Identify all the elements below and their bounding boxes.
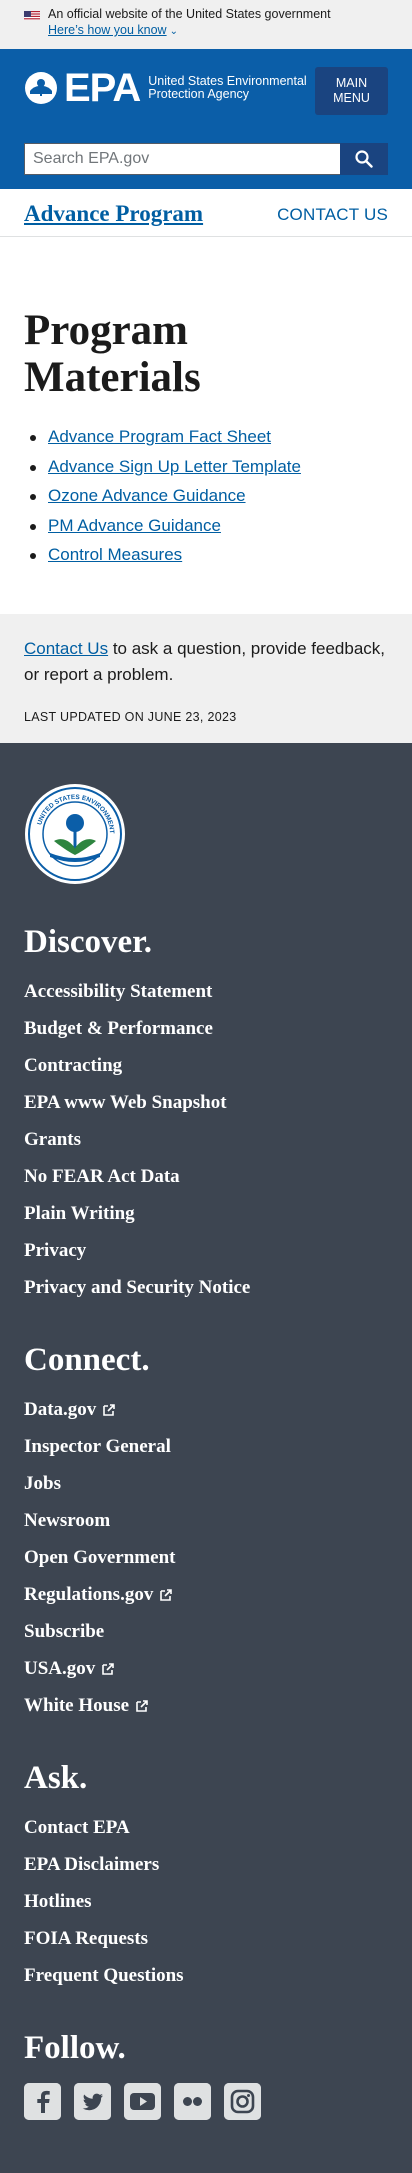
search-input[interactable] bbox=[24, 143, 340, 175]
list-item: Advance Program Fact Sheet bbox=[24, 427, 301, 457]
contact-us-inline-link[interactable]: Contact Us bbox=[24, 639, 108, 658]
hotlines-link[interactable]: Hotlines bbox=[24, 1891, 92, 1913]
main-menu-button[interactable]: MAIN MENU bbox=[315, 67, 388, 115]
main-menu-label-1: MAIN bbox=[335, 76, 368, 90]
last-updated: LAST UPDATED ON JUNE 23, 2023 bbox=[24, 710, 237, 724]
discover-list: Accessibility Statement Budget & Perform… bbox=[24, 973, 388, 1306]
page-title: Program Materials bbox=[24, 307, 201, 401]
usa-gov-link[interactable]: USA.gov bbox=[24, 1658, 95, 1680]
advance-program-link[interactable]: Advance Program bbox=[24, 201, 203, 227]
twitter-icon[interactable] bbox=[74, 2083, 111, 2120]
gov-banner: An official website of the United States… bbox=[0, 0, 412, 49]
page-title-line-2: Materials bbox=[24, 354, 201, 401]
list-item: Ozone Advance Guidance bbox=[24, 486, 301, 516]
connect-heading: Connect. bbox=[24, 1342, 150, 1378]
inspector-general-link[interactable]: Inspector General bbox=[24, 1436, 171, 1458]
contact-epa-link[interactable]: Contact EPA bbox=[24, 1817, 130, 1839]
epa-disclaimers-link[interactable]: EPA Disclaimers bbox=[24, 1854, 159, 1876]
fact-sheet-link[interactable]: Advance Program Fact Sheet bbox=[48, 427, 271, 446]
page-title-line-1: Program bbox=[24, 307, 188, 354]
discover-heading: Discover. bbox=[24, 924, 153, 960]
epa-logo-text: EPA bbox=[64, 66, 141, 110]
control-measures-link[interactable]: Control Measures bbox=[48, 545, 182, 564]
newsroom-link[interactable]: Newsroom bbox=[24, 1510, 110, 1532]
program-bar: Advance Program CONTACT US bbox=[0, 189, 412, 237]
contact-us-link[interactable]: CONTACT US bbox=[277, 205, 388, 225]
contracting-link[interactable]: Contracting bbox=[24, 1055, 122, 1077]
instagram-icon[interactable] bbox=[224, 2083, 261, 2120]
how-you-know-label: Here’s how you know bbox=[48, 23, 167, 37]
epa-logo-icon bbox=[25, 72, 57, 104]
budget-performance-link[interactable]: Budget & Performance bbox=[24, 1018, 213, 1040]
external-link-icon bbox=[103, 1403, 116, 1416]
open-government-link[interactable]: Open Government bbox=[24, 1547, 175, 1569]
foia-requests-link[interactable]: FOIA Requests bbox=[24, 1928, 148, 1950]
contact-area: Contact Us to ask a question, provide fe… bbox=[0, 614, 412, 743]
web-snapshot-link[interactable]: EPA www Web Snapshot bbox=[24, 1092, 227, 1114]
list-item: Control Measures bbox=[24, 545, 301, 575]
official-website-text: An official website of the United States… bbox=[48, 7, 331, 21]
grants-link[interactable]: Grants bbox=[24, 1129, 81, 1151]
how-you-know-toggle[interactable]: Here’s how you know ⌄ bbox=[48, 23, 178, 37]
jobs-link[interactable]: Jobs bbox=[24, 1473, 61, 1495]
external-link-icon bbox=[102, 1662, 115, 1675]
social-links bbox=[24, 2083, 388, 2120]
external-link-icon bbox=[160, 1588, 173, 1601]
list-item: Advance Sign Up Letter Template bbox=[24, 457, 301, 487]
plain-writing-link[interactable]: Plain Writing bbox=[24, 1203, 135, 1225]
chevron-down-icon: ⌄ bbox=[169, 26, 178, 37]
site-footer: UNITED STATES ENVIRONMENTAL PROTECTION A… bbox=[0, 743, 412, 2173]
ask-heading: Ask. bbox=[24, 1760, 88, 1796]
regulations-gov-link[interactable]: Regulations.gov bbox=[24, 1584, 153, 1606]
us-flag-icon bbox=[24, 9, 40, 20]
contact-text: Contact Us to ask a question, provide fe… bbox=[24, 636, 388, 688]
privacy-link[interactable]: Privacy bbox=[24, 1240, 86, 1262]
privacy-security-notice-link[interactable]: Privacy and Security Notice bbox=[24, 1277, 250, 1299]
epa-home-logo[interactable]: EPA United States Environmental Protecti… bbox=[24, 66, 308, 110]
list-item: PM Advance Guidance bbox=[24, 516, 301, 546]
white-house-link[interactable]: White House bbox=[24, 1695, 129, 1717]
materials-list: Advance Program Fact Sheet Advance Sign … bbox=[24, 427, 301, 575]
sign-up-letter-link[interactable]: Advance Sign Up Letter Template bbox=[48, 457, 301, 476]
flickr-icon[interactable] bbox=[174, 2083, 211, 2120]
accessibility-statement-link[interactable]: Accessibility Statement bbox=[24, 981, 212, 1003]
epa-logo-subtitle: United States Environmental Protection A… bbox=[148, 74, 307, 101]
search-icon bbox=[355, 150, 373, 168]
search-button[interactable] bbox=[340, 143, 388, 175]
subscribe-link[interactable]: Subscribe bbox=[24, 1621, 104, 1643]
facebook-icon[interactable] bbox=[24, 2083, 61, 2120]
site-header: EPA United States Environmental Protecti… bbox=[0, 49, 412, 189]
page-body: Program Materials Advance Program Fact S… bbox=[0, 237, 412, 614]
no-fear-act-link[interactable]: No FEAR Act Data bbox=[24, 1166, 180, 1188]
youtube-icon[interactable] bbox=[124, 2083, 161, 2120]
connect-list: Data.gov Inspector General Jobs Newsroom… bbox=[24, 1391, 388, 1724]
ask-list: Contact EPA EPA Disclaimers Hotlines FOI… bbox=[24, 1809, 388, 1994]
site-search bbox=[24, 143, 388, 175]
frequent-questions-link[interactable]: Frequent Questions bbox=[24, 1965, 184, 1987]
data-gov-link[interactable]: Data.gov bbox=[24, 1399, 96, 1421]
main-menu-label-2: MENU bbox=[333, 91, 370, 105]
epa-seal-icon: UNITED STATES ENVIRONMENTAL PROTECTION A… bbox=[21, 778, 125, 884]
main-content: Advance Program CONTACT US Program Mater… bbox=[0, 189, 412, 743]
external-link-icon bbox=[136, 1699, 148, 1712]
follow-heading: Follow. bbox=[24, 2030, 126, 2066]
pm-guidance-link[interactable]: PM Advance Guidance bbox=[48, 516, 221, 535]
ozone-guidance-link[interactable]: Ozone Advance Guidance bbox=[48, 486, 246, 505]
